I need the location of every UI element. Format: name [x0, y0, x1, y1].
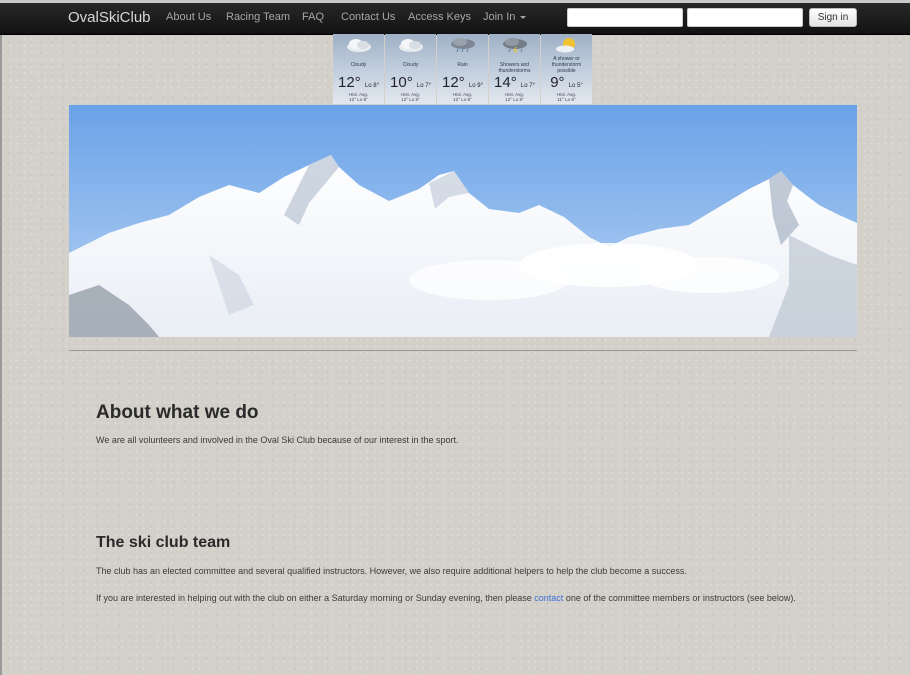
weather-condition: Cloudy [350, 62, 367, 68]
weather-historic: Hist. Avg. 12° Lo 8° [385, 92, 436, 102]
weather-low: Lo 7° [520, 83, 535, 89]
weather-avg-value: 12° Lo 8° [453, 97, 472, 102]
weather-historic: Hist. Avg. 12° Lo 8° [489, 92, 540, 102]
team-text-2-after: one of the committee members or instruct… [563, 593, 796, 603]
about-text: We are all volunteers and involved in th… [96, 435, 459, 445]
weather-temp: 10° Lo 7° [385, 74, 436, 91]
username-input[interactable] [567, 8, 683, 27]
window-frame [0, 0, 2, 675]
nav-about-us[interactable]: About Us [166, 11, 211, 23]
sun-cloud-icon [556, 38, 575, 53]
navbar: OvalSkiClub About Us Racing Team FAQ Con… [0, 0, 910, 35]
contact-link[interactable]: contact [534, 593, 563, 603]
mountain-illustration [69, 105, 857, 337]
weather-avg-value: 12° Lo 8° [349, 97, 368, 102]
divider [69, 350, 857, 351]
nav-join-in-label: Join In [483, 11, 516, 23]
weather-historic: Hist. Avg. 12° Lo 8° [333, 92, 384, 102]
weather-low: Lo 5° [568, 83, 583, 89]
hero-mountain-image [69, 105, 857, 337]
thunderstorm-icon [503, 38, 527, 53]
weather-high: 10° [390, 74, 413, 91]
weather-temp: 12° Lo 9° [437, 74, 488, 91]
cloud-icon [347, 39, 371, 52]
team-text-2: If you are interested in helping out wit… [96, 593, 796, 603]
weather-avg-value: 12° Lo 8° [401, 97, 420, 102]
weather-day: Rain 12° Lo 9° Hist. Avg. 12° Lo 8° [437, 34, 488, 104]
brand-logo-link[interactable]: OvalSkiClub [68, 9, 151, 26]
weather-condition: Rain [457, 62, 468, 68]
password-input[interactable] [687, 8, 803, 27]
weather-low: Lo 9° [468, 83, 483, 89]
about-heading: About what we do [96, 402, 259, 423]
nav-racing-team[interactable]: Racing Team [226, 11, 290, 23]
weather-historic: Hist. Avg. 11° Lo 8° [541, 92, 592, 102]
weather-high: 12° [338, 74, 361, 91]
team-heading: The ski club team [96, 534, 231, 551]
weather-high: 9° [550, 74, 565, 91]
weather-condition: A shower or thunderstorm possible [551, 56, 582, 74]
weather-condition: Cloudy [402, 62, 419, 68]
cloud-icon [399, 39, 423, 52]
weather-day: Cloudy 12° Lo 8° Hist. Avg. 12° Lo 8° [333, 34, 384, 104]
chevron-down-icon [520, 15, 527, 19]
team-text-2-before: If you are interested in helping out wit… [96, 593, 535, 603]
weather-day: Showers and thunderstorms 14° Lo 7° Hist… [489, 34, 540, 104]
weather-widget[interactable]: Cloudy 12° Lo 8° Hist. Avg. 12° Lo 8° Clo… [333, 34, 595, 104]
weather-low: Lo 8° [364, 83, 379, 89]
weather-condition: Showers and thunderstorms [498, 62, 531, 74]
nav-access-keys[interactable]: Access Keys [408, 11, 471, 23]
weather-high: 12° [442, 74, 465, 91]
weather-avg-value: 11° Lo 8° [557, 97, 576, 102]
weather-temp: 12° Lo 8° [333, 74, 384, 91]
sign-in-button[interactable]: Sign in [809, 8, 857, 27]
nav-faq[interactable]: FAQ [302, 11, 324, 23]
weather-day: Cloudy 10° Lo 7° Hist. Avg. 12° Lo 8° [385, 34, 436, 104]
weather-temp: 9° Lo 5° [541, 74, 592, 91]
browser-edge [0, 0, 910, 3]
weather-day: A shower or thunderstorm possible 9° Lo … [541, 34, 592, 104]
weather-low: Lo 7° [416, 83, 431, 89]
weather-historic: Hist. Avg. 12° Lo 8° [437, 92, 488, 102]
weather-avg-value: 12° Lo 8° [505, 97, 524, 102]
nav-contact-us[interactable]: Contact Us [341, 11, 395, 23]
weather-high: 14° [494, 74, 517, 91]
nav-join-in-dropdown[interactable]: Join In [483, 11, 527, 23]
rain-cloud-icon [451, 38, 475, 53]
weather-temp: 14° Lo 7° [489, 74, 540, 91]
team-text-1: The club has an elected committee and se… [96, 566, 687, 576]
